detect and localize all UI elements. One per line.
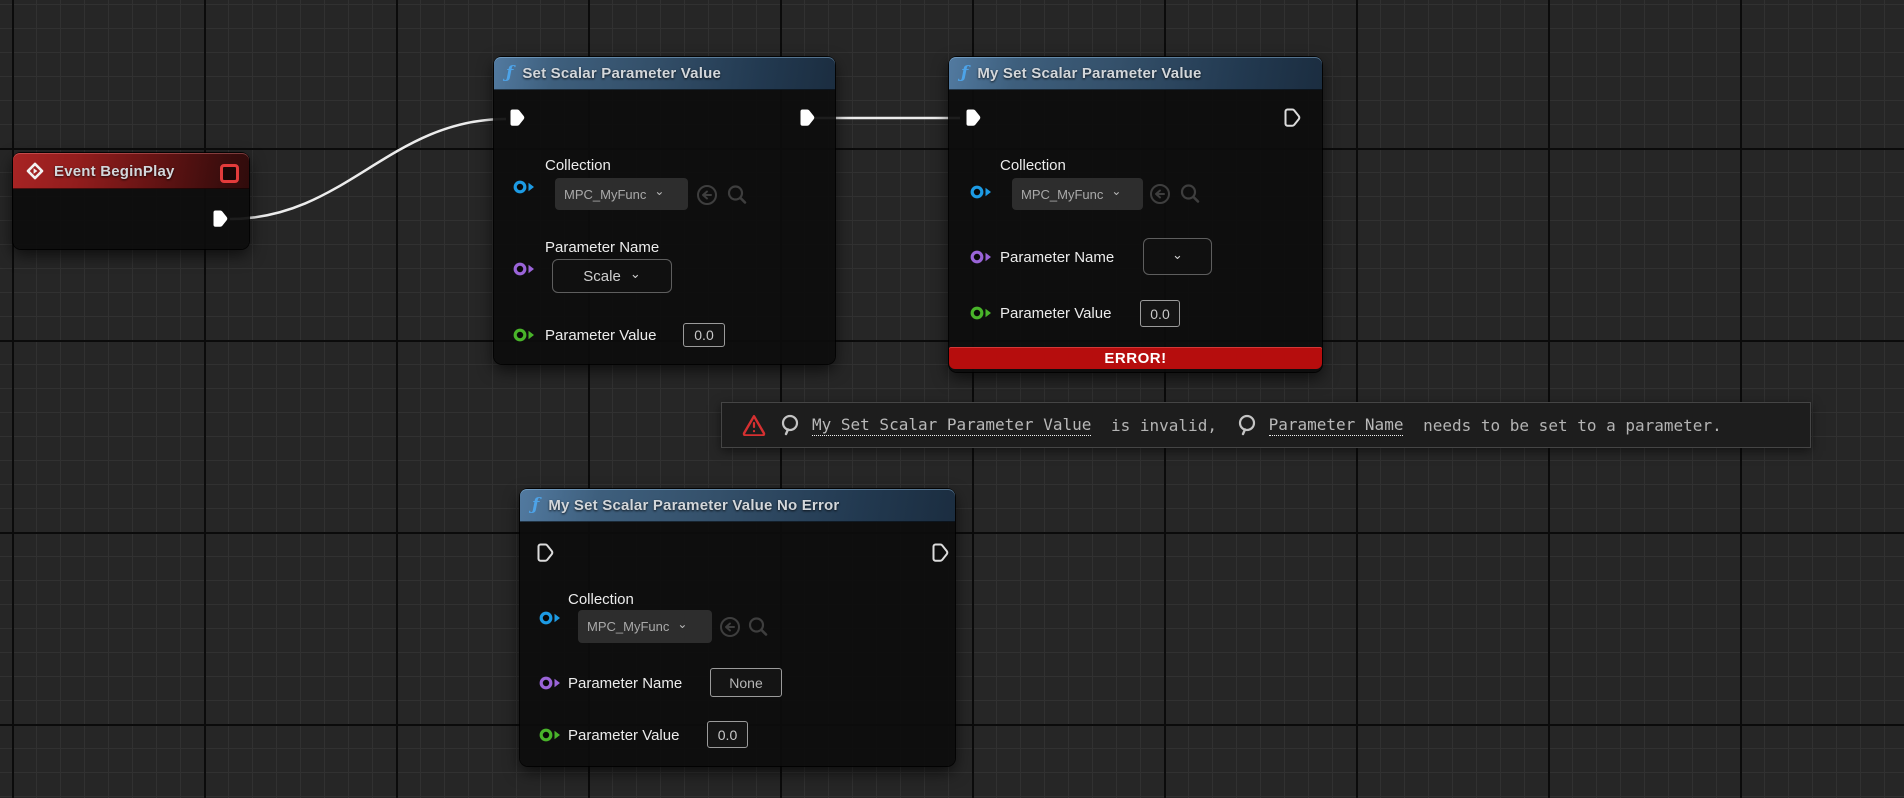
parameter-name-value: Scale: [583, 268, 621, 285]
exec-output-pin[interactable]: [1283, 108, 1301, 128]
parameter-name-dropdown[interactable]: ⌄: [1143, 238, 1212, 275]
browse-asset-icon[interactable]: [1179, 183, 1201, 205]
parameter-name-input[interactable]: None: [710, 668, 782, 697]
function-icon: ƒ: [506, 65, 513, 82]
exec-output-pin[interactable]: [798, 108, 816, 128]
node-header[interactable]: ƒ Set Scalar Parameter Value: [494, 57, 835, 90]
parameter-value-text: 0.0: [718, 727, 737, 743]
node-header[interactable]: Event BeginPlay: [13, 153, 249, 189]
error-pin-link[interactable]: Parameter Name: [1269, 415, 1404, 436]
parameter-name-pin[interactable]: [969, 249, 995, 265]
chevron-down-icon: ⌄: [630, 270, 641, 278]
parameter-value-pin-label: Parameter Value: [1000, 305, 1111, 322]
error-node-link[interactable]: My Set Scalar Parameter Value: [812, 415, 1091, 436]
chevron-down-icon: ⌄: [654, 188, 664, 195]
collection-asset-value: MPC_MyFunc: [564, 187, 646, 202]
chevron-down-icon: ⌄: [1172, 251, 1183, 259]
parameter-name-pin[interactable]: [538, 675, 564, 691]
error-text: is invalid,: [1101, 416, 1226, 435]
search-icon[interactable]: [780, 414, 802, 436]
error-banner-text: ERROR!: [1104, 350, 1166, 367]
node-my-set-scalar-parameter-value[interactable]: ƒ My Set Scalar Parameter Value Collecti…: [949, 57, 1322, 372]
collection-pin[interactable]: [512, 179, 538, 195]
exec-input-pin[interactable]: [508, 108, 526, 128]
parameter-name-dropdown[interactable]: Scale ⌄: [552, 259, 672, 293]
parameter-name-pin-label: Parameter Name: [1000, 249, 1114, 266]
exec-input-pin[interactable]: [964, 108, 982, 128]
use-selected-asset-icon[interactable]: [1149, 183, 1171, 205]
node-event-beginplay[interactable]: Event BeginPlay: [13, 153, 249, 249]
node-header[interactable]: ƒ My Set Scalar Parameter Value: [949, 57, 1322, 90]
parameter-value-pin[interactable]: [969, 305, 995, 321]
collection-asset-value: MPC_MyFunc: [587, 619, 669, 634]
parameter-value-pin[interactable]: [538, 727, 564, 743]
function-icon: ƒ: [961, 65, 968, 82]
parameter-value-input[interactable]: 0.0: [707, 721, 748, 748]
node-set-scalar-parameter-value[interactable]: ƒ Set Scalar Parameter Value Collection …: [494, 57, 835, 364]
parameter-name-pin[interactable]: [512, 261, 538, 277]
collection-pin-label: Collection: [545, 157, 611, 174]
parameter-value-text: 0.0: [1150, 306, 1169, 322]
function-icon: ƒ: [532, 497, 539, 514]
use-selected-asset-icon[interactable]: [719, 616, 741, 638]
delegate-output-pin[interactable]: [220, 164, 239, 183]
event-diamond-icon: [25, 161, 45, 181]
collection-asset-dropdown[interactable]: MPC_MyFunc ⌄: [1012, 178, 1143, 210]
parameter-value-input[interactable]: 0.0: [683, 323, 725, 347]
chevron-down-icon: ⌄: [1111, 188, 1121, 195]
collection-pin-label: Collection: [568, 591, 634, 608]
chevron-down-icon: ⌄: [677, 621, 687, 628]
collection-pin-label: Collection: [1000, 157, 1066, 174]
compiler-error-message-bar: My Set Scalar Parameter Value is invalid…: [721, 402, 1811, 448]
exec-wire-beginplay-to-setscalar[interactable]: [230, 119, 506, 219]
parameter-name-text: None: [729, 675, 762, 691]
error-text: needs to be set to a parameter.: [1413, 416, 1721, 435]
collection-pin[interactable]: [969, 184, 995, 200]
use-selected-asset-icon[interactable]: [696, 184, 718, 206]
collection-asset-dropdown[interactable]: MPC_MyFunc ⌄: [555, 178, 688, 210]
search-icon[interactable]: [1237, 414, 1259, 436]
node-title: My Set Scalar Parameter Value No Error: [548, 497, 839, 514]
collection-asset-dropdown[interactable]: MPC_MyFunc ⌄: [578, 610, 712, 643]
node-title: My Set Scalar Parameter Value: [977, 65, 1201, 82]
parameter-value-pin-label: Parameter Value: [568, 727, 679, 744]
parameter-name-pin-label: Parameter Name: [568, 675, 682, 692]
parameter-name-pin-label: Parameter Name: [545, 239, 659, 256]
parameter-value-input[interactable]: 0.0: [1140, 300, 1180, 327]
collection-pin[interactable]: [538, 610, 564, 626]
parameter-value-pin-label: Parameter Value: [545, 327, 656, 344]
exec-input-pin[interactable]: [536, 543, 554, 563]
blueprint-graph-canvas[interactable]: Event BeginPlay ƒ Set Scalar Parameter V…: [0, 0, 1904, 798]
collection-asset-value: MPC_MyFunc: [1021, 187, 1103, 202]
parameter-value-text: 0.0: [694, 327, 713, 343]
parameter-value-pin[interactable]: [512, 327, 538, 343]
node-error-banner: ERROR!: [949, 347, 1322, 369]
exec-output-pin[interactable]: [931, 543, 949, 563]
node-header[interactable]: ƒ My Set Scalar Parameter Value No Error: [520, 489, 955, 522]
browse-asset-icon[interactable]: [747, 616, 769, 638]
node-my-set-scalar-parameter-value-no-error[interactable]: ƒ My Set Scalar Parameter Value No Error…: [520, 489, 955, 766]
node-title: Event BeginPlay: [54, 163, 175, 180]
exec-output-pin[interactable]: [211, 209, 229, 229]
warning-icon: [742, 414, 766, 436]
node-title: Set Scalar Parameter Value: [522, 65, 721, 82]
browse-asset-icon[interactable]: [726, 184, 748, 206]
